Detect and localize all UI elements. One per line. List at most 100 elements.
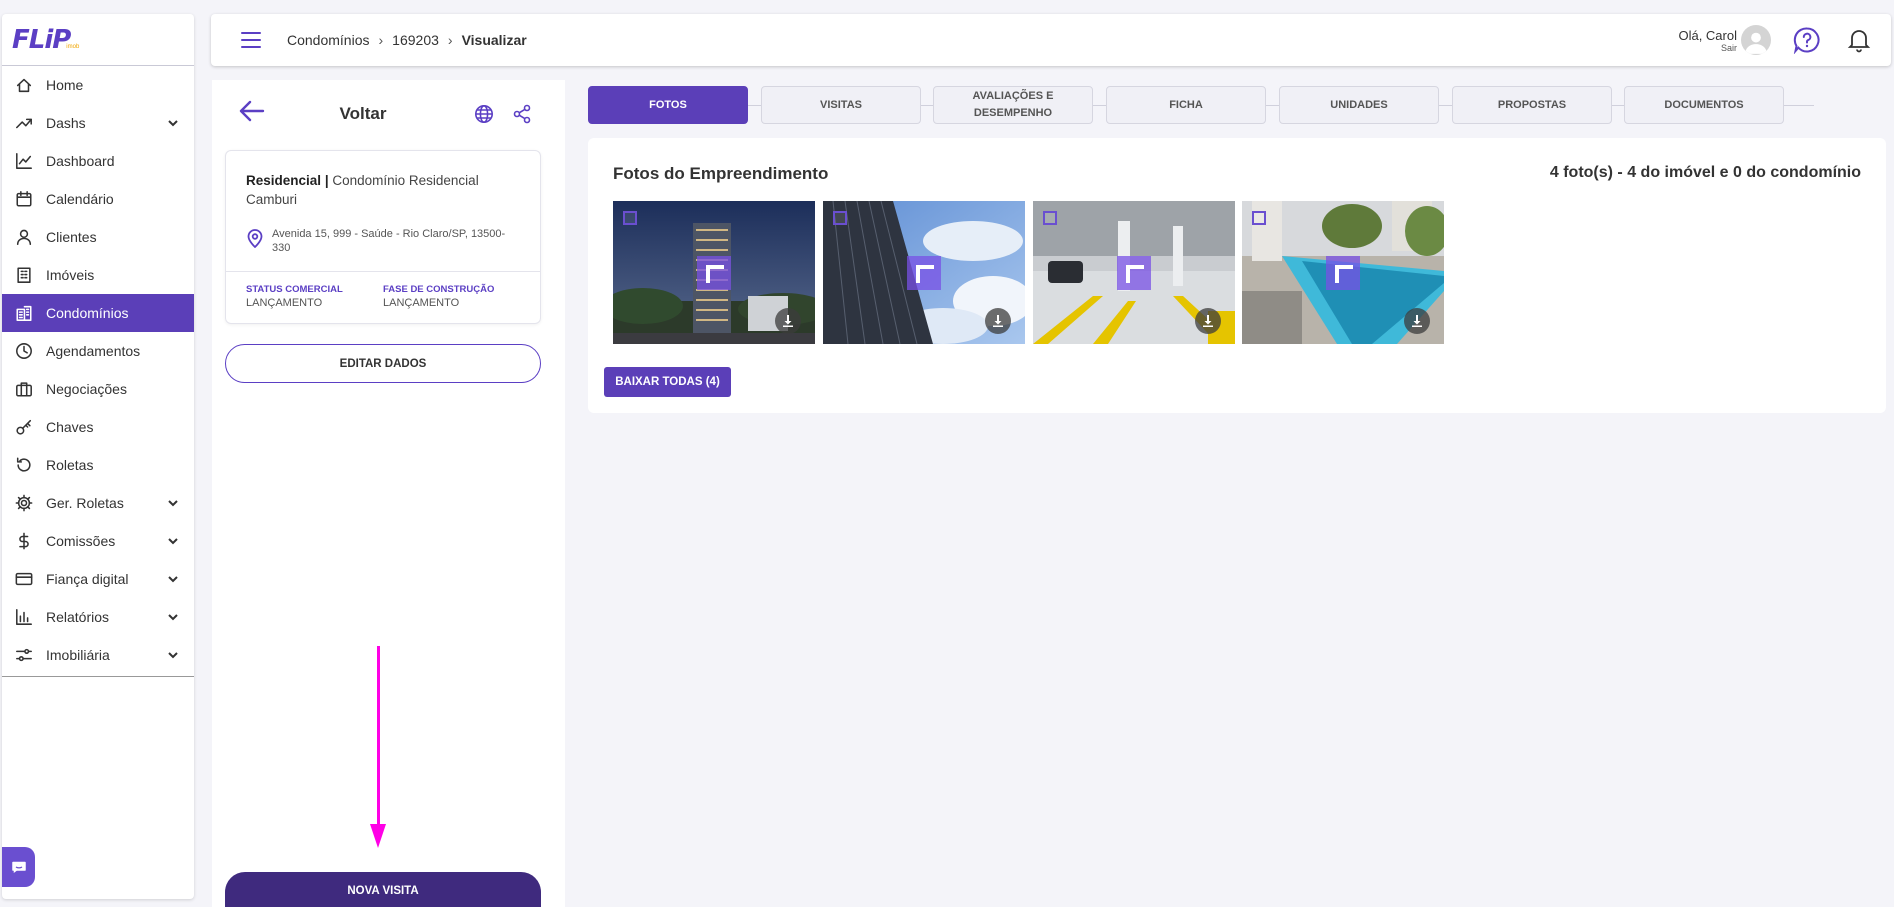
select-checkbox[interactable] <box>833 211 847 225</box>
photo-thumbnail[interactable] <box>1033 201 1235 344</box>
panel-title[interactable]: Voltar <box>212 104 514 124</box>
logo-text: FLiP <box>12 24 71 55</box>
sidebar-item-label: Home <box>46 77 84 93</box>
tab-visitas[interactable]: VISITAS <box>761 86 921 124</box>
status-commercial: STATUS COMERCIAL LANÇAMENTO <box>246 284 383 309</box>
sidebar-nav: Home Dashs Dashboard Calendário Clientes Imóv… <box>2 66 194 674</box>
download-all-button[interactable]: BAIXAR TODAS (4) <box>604 367 731 397</box>
credit-card-icon <box>14 569 34 589</box>
sliders-icon <box>14 645 34 665</box>
logout-link[interactable]: Sair <box>1678 43 1737 53</box>
photo-thumbnail[interactable] <box>1242 201 1444 344</box>
sidebar: FLiP imob Home Dashs Dashboard Calendário Cl… <box>2 14 194 899</box>
sidebar-item-label: Agendamentos <box>46 343 141 359</box>
user-icon <box>14 227 34 247</box>
sidebar-item-label: Dashboard <box>46 153 115 169</box>
sidebar-item-agendamentos[interactable]: Agendamentos <box>2 332 194 370</box>
watermark-logo-icon <box>1326 256 1360 290</box>
chat-button[interactable] <box>2 847 35 887</box>
sidebar-item-imobiliaria[interactable]: Imobiliária <box>2 636 194 674</box>
notification-bell-icon[interactable] <box>1847 27 1871 53</box>
download-icon[interactable] <box>1195 308 1221 334</box>
share-icon[interactable] <box>512 104 532 124</box>
select-checkbox[interactable] <box>1043 211 1057 225</box>
chevron-down-icon[interactable] <box>166 534 180 548</box>
watermark-logo-icon <box>697 256 731 290</box>
chevron-down-icon[interactable] <box>166 610 180 624</box>
photo-thumbnail[interactable] <box>613 201 815 344</box>
sidebar-item-negociacoes[interactable]: Negociações <box>2 370 194 408</box>
tab-documentos[interactable]: DOCUMENTOS <box>1624 86 1784 124</box>
download-icon[interactable] <box>1404 308 1430 334</box>
menu-toggle-button[interactable] <box>241 32 261 48</box>
property-title: Residencial | Condomínio Residencial Cam… <box>246 173 479 207</box>
sidebar-item-clientes[interactable]: Clientes <box>2 218 194 256</box>
sidebar-item-condominios[interactable]: Condomínios <box>2 294 194 332</box>
sidebar-item-label: Condomínios <box>46 305 129 321</box>
sidebar-item-ger-roletas[interactable]: Ger. Roletas <box>2 484 194 522</box>
sidebar-item-label: Fiança digital <box>46 571 129 587</box>
briefcase-icon <box>14 379 34 399</box>
chevron-down-icon[interactable] <box>166 496 180 510</box>
avatar[interactable] <box>1741 25 1771 55</box>
user-greeting: Olá, Carol <box>1678 27 1737 43</box>
sidebar-item-label: Comissões <box>46 533 116 549</box>
top-bar: Condomínios › 169203 › Visualizar Olá, C… <box>211 14 1891 66</box>
rotate-icon <box>14 455 34 475</box>
status-row: STATUS COMERCIAL LANÇAMENTO FASE DE CONS… <box>226 272 540 309</box>
breadcrumb-id[interactable]: 169203 <box>392 32 439 48</box>
trending-up-icon <box>14 113 34 133</box>
tab-avaliacoes[interactable]: AVALIAÇÕES E DESEMPENHO <box>933 86 1093 124</box>
breadcrumb-current: Visualizar <box>461 32 527 48</box>
globe-icon[interactable] <box>474 104 494 124</box>
sidebar-item-relatorios[interactable]: Relatórios <box>2 598 194 636</box>
sidebar-item-dashboard[interactable]: Dashboard <box>2 142 194 180</box>
user-avatar-icon <box>1745 32 1767 54</box>
sidebar-item-chaves[interactable]: Chaves <box>2 408 194 446</box>
sidebar-item-label: Dashs <box>46 115 86 131</box>
construction-phase-value: LANÇAMENTO <box>383 297 460 309</box>
new-visit-button[interactable]: NOVA VISITA <box>225 872 541 907</box>
watermark-logo-icon <box>1117 256 1151 290</box>
tab-bar: FOTOS VISITAS AVALIAÇÕES E DESEMPENHO FI… <box>588 86 1814 124</box>
tab-propostas[interactable]: PROPOSTAS <box>1452 86 1612 124</box>
logo[interactable]: FLiP imob <box>2 14 194 66</box>
sidebar-item-label: Negociações <box>46 381 127 397</box>
download-icon[interactable] <box>775 308 801 334</box>
breadcrumb-separator-icon: › <box>378 32 384 48</box>
chat-icon <box>11 861 26 873</box>
sidebar-item-fianca-digital[interactable]: Fiança digital <box>2 560 194 598</box>
property-type: Residencial <box>246 173 322 188</box>
tab-ficha[interactable]: FICHA <box>1106 86 1266 124</box>
sidebar-item-calendario[interactable]: Calendário <box>2 180 194 218</box>
clock-icon <box>14 341 34 361</box>
download-icon[interactable] <box>985 308 1011 334</box>
breadcrumb-condominios[interactable]: Condomínios <box>287 32 370 48</box>
sidebar-item-dashs[interactable]: Dashs <box>2 104 194 142</box>
select-checkbox[interactable] <box>1252 211 1266 225</box>
sidebar-item-home[interactable]: Home <box>2 66 194 104</box>
select-checkbox[interactable] <box>623 211 637 225</box>
property-address: Avenida 15, 999 - Saúde - Rio Claro/SP, … <box>226 209 540 255</box>
photos-section: Fotos do Empreendimento 4 foto(s) - 4 do… <box>588 138 1886 413</box>
chevron-down-icon[interactable] <box>166 572 180 586</box>
menu-icon-line <box>241 39 261 41</box>
help-icon[interactable] <box>1793 26 1821 55</box>
photo-thumbnail[interactable] <box>823 201 1025 344</box>
tab-unidades[interactable]: UNIDADES <box>1279 86 1439 124</box>
breadcrumb-separator-icon: › <box>447 32 453 48</box>
edit-data-button[interactable]: EDITAR DADOS <box>225 344 541 383</box>
chevron-down-icon[interactable] <box>166 648 180 662</box>
bar-chart-icon <box>14 607 34 627</box>
sidebar-item-roletas[interactable]: Roletas <box>2 446 194 484</box>
breadcrumb: Condomínios › 169203 › Visualizar <box>287 32 527 48</box>
property-card: Residencial | Condomínio Residencial Cam… <box>225 150 541 324</box>
chevron-down-icon[interactable] <box>166 116 180 130</box>
status-commercial-value: LANÇAMENTO <box>246 297 323 309</box>
user-area: Olá, Carol Sair <box>1678 25 1871 55</box>
sidebar-item-comissoes[interactable]: Comissões <box>2 522 194 560</box>
sidebar-item-imoveis[interactable]: Imóveis <box>2 256 194 294</box>
user-info: Olá, Carol Sair <box>1678 28 1737 53</box>
tab-fotos[interactable]: FOTOS <box>588 86 748 124</box>
building-icon <box>14 265 34 285</box>
